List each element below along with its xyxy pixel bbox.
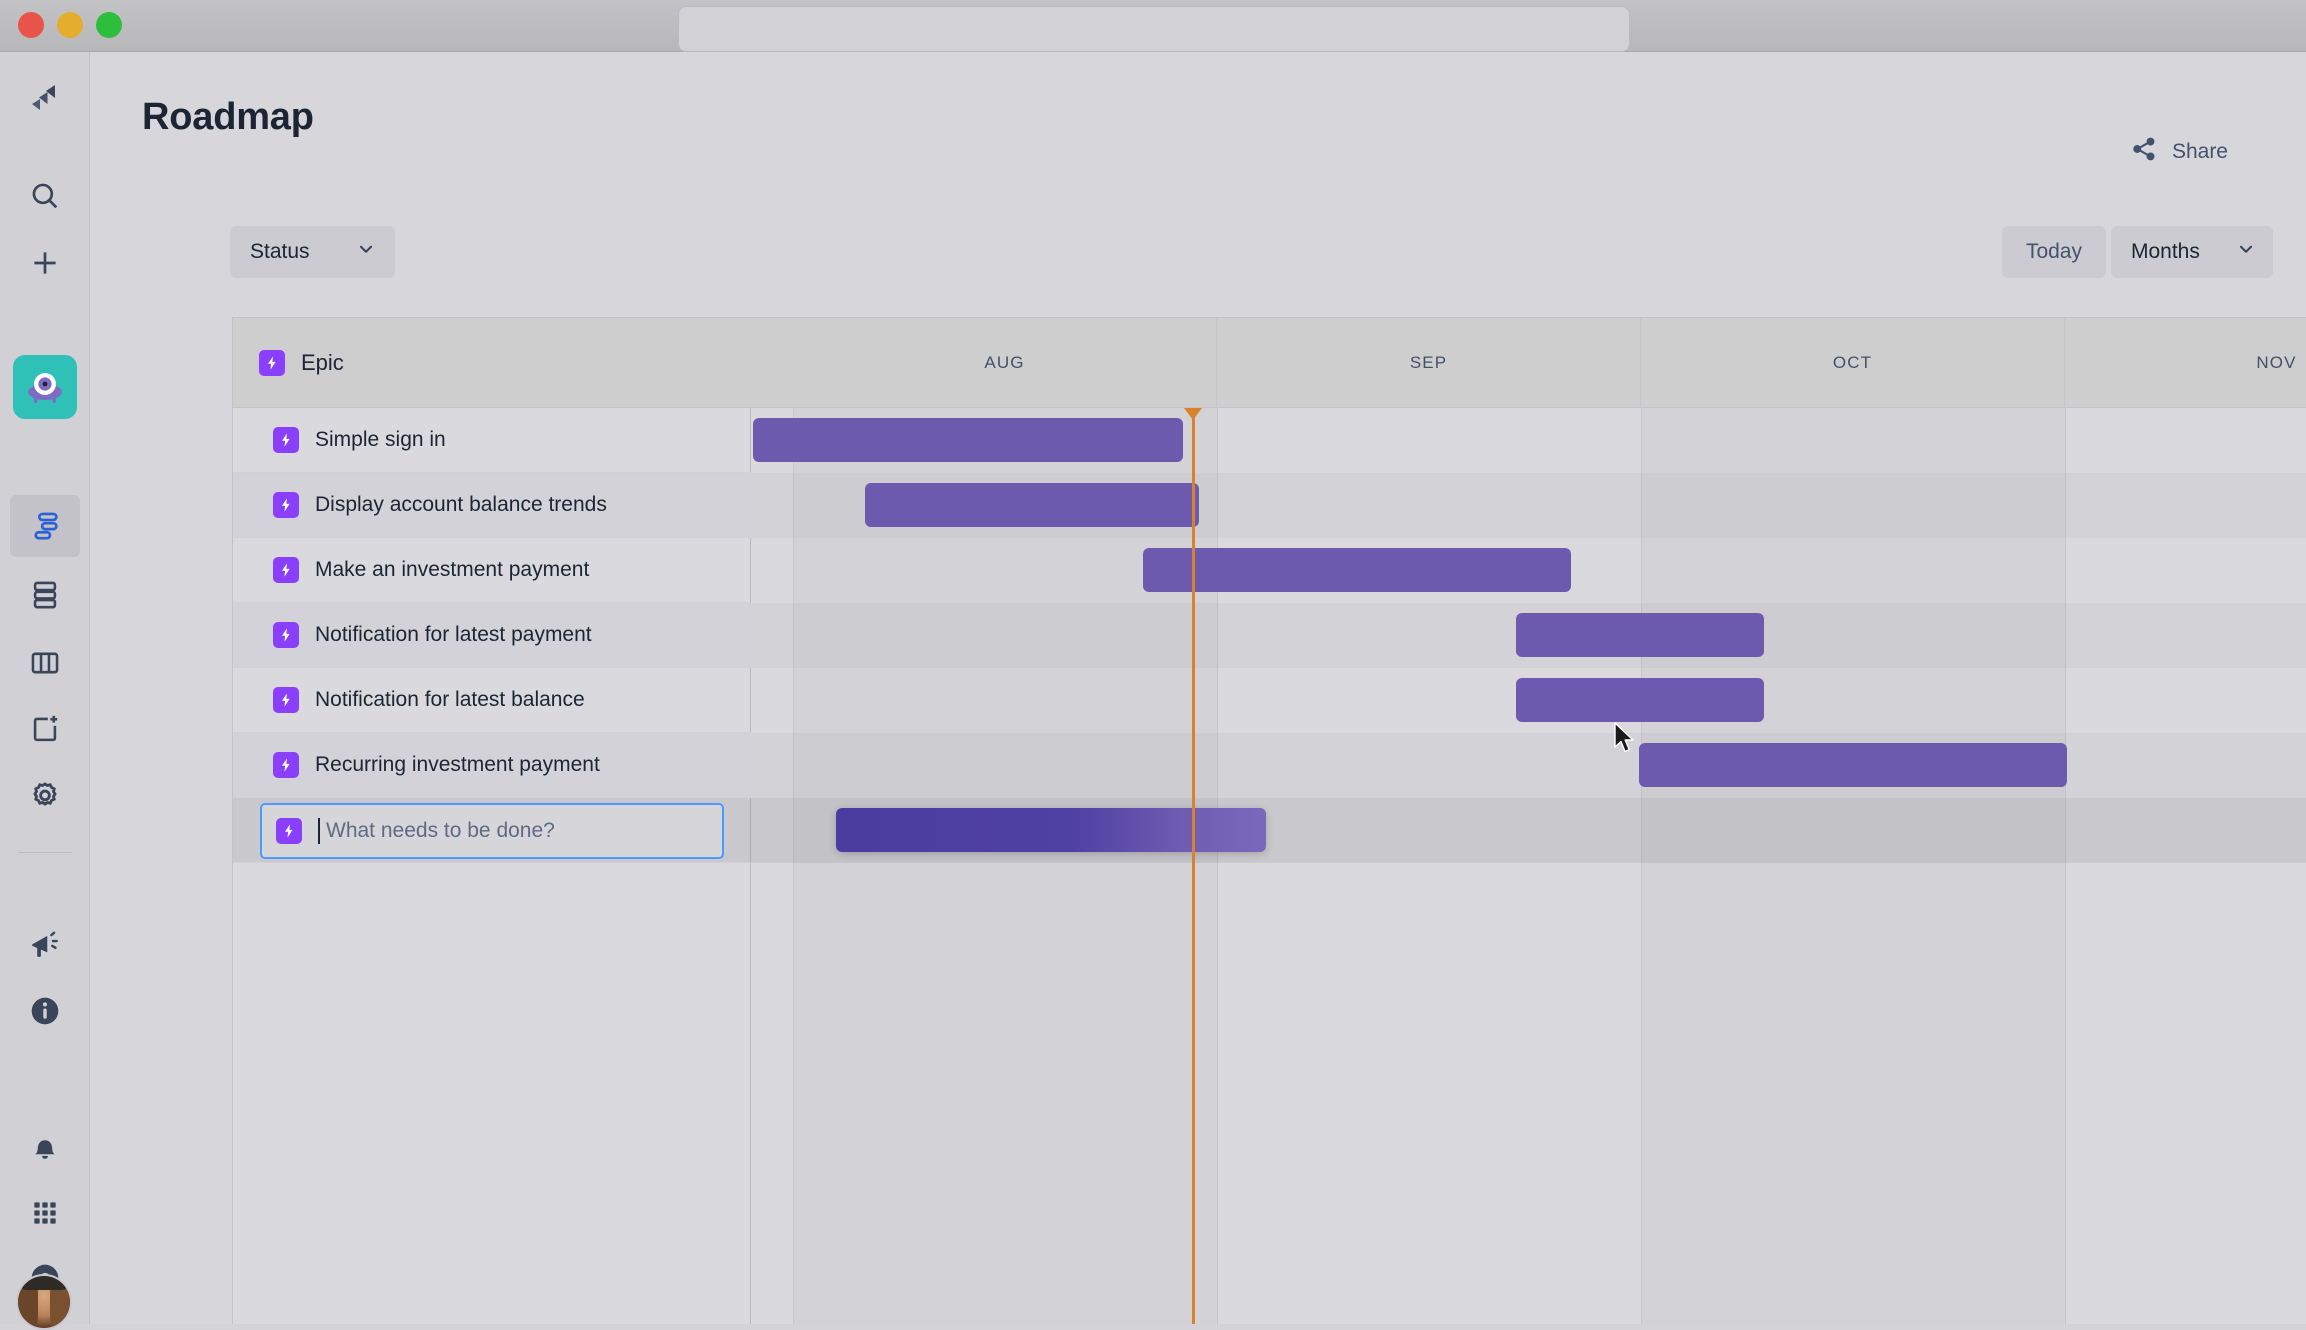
plus-icon xyxy=(28,246,62,280)
epic-row-label: Notification for latest payment xyxy=(315,623,592,646)
gantt-bar-notification-for-latest-balance[interactable] xyxy=(1516,678,1764,722)
jira-logo-icon xyxy=(25,81,65,121)
timeline-body[interactable] xyxy=(751,408,2306,1324)
megaphone-icon xyxy=(28,928,62,962)
roadmap-icon xyxy=(28,509,62,543)
sidebar-item-add-item[interactable] xyxy=(10,697,80,759)
gantt-bar-notification-for-latest-payment[interactable] xyxy=(1516,613,1764,657)
epic-column: Epic Simple sign in Display account bala… xyxy=(233,318,751,1324)
month-header-sep: SEP xyxy=(1217,318,1641,408)
sidebar-item-backlog[interactable] xyxy=(10,564,80,626)
status-filter-label: Status xyxy=(250,240,310,263)
epic-row-simple-sign-in[interactable]: Simple sign in xyxy=(233,408,751,473)
share-button[interactable]: Share xyxy=(2116,125,2242,179)
today-button[interactable]: Today xyxy=(2001,226,2106,278)
gantt-bar-new-epic-dragging[interactable] xyxy=(836,808,1266,852)
sidebar-item-info[interactable] xyxy=(10,980,80,1042)
epic-bolt-icon xyxy=(273,557,299,583)
timeline-month-header: AUG SEP OCT NOV xyxy=(751,318,2306,408)
epic-row-label: Display account balance trends xyxy=(315,493,607,516)
sidebar-item-project-settings[interactable] xyxy=(10,764,80,826)
traffic-lights xyxy=(18,12,122,38)
gantt-bar-display-account-balance-trends[interactable] xyxy=(865,483,1199,527)
epic-bolt-icon xyxy=(273,622,299,648)
epic-bolt-icon xyxy=(273,687,299,713)
backlog-icon xyxy=(28,578,62,612)
create-epic-input-row[interactable]: What needs to be done? xyxy=(260,803,724,859)
epic-row-notification-for-latest-balance[interactable]: Notification for latest balance xyxy=(233,668,751,733)
epic-bolt-icon xyxy=(273,492,299,518)
window-titlebar xyxy=(0,0,2306,52)
sidebar-item-create[interactable] xyxy=(10,232,80,294)
text-caret xyxy=(318,818,320,844)
gantt-bar-recurring-investment-payment[interactable] xyxy=(1639,743,2067,787)
epic-row-label: Notification for latest balance xyxy=(315,688,585,711)
page-title: Roadmap xyxy=(142,96,314,138)
epic-bolt-icon xyxy=(276,818,302,844)
sidebar-divider xyxy=(18,852,72,853)
status-filter-dropdown[interactable]: Status xyxy=(230,226,395,278)
timescale-dropdown[interactable]: Months xyxy=(2111,226,2273,278)
epic-row-recurring-investment-payment[interactable]: Recurring investment payment xyxy=(233,733,751,798)
epic-row-label: Simple sign in xyxy=(315,428,446,451)
sidebar-item-account[interactable] xyxy=(16,1274,72,1330)
sidebar-rail: ? xyxy=(0,52,90,1330)
sidebar-item-app-switcher[interactable] xyxy=(10,1182,80,1244)
sidebar-item-jira-logo[interactable] xyxy=(10,70,80,132)
epic-row-display-account-balance-trends[interactable]: Display account balance trends xyxy=(233,473,751,538)
chevron-down-icon xyxy=(355,238,377,266)
grid-apps-icon xyxy=(29,1197,61,1229)
epic-column-header-label: Epic xyxy=(301,349,344,375)
bell-icon xyxy=(28,1131,62,1165)
share-label: Share xyxy=(2171,140,2228,163)
sidebar-item-project-avatar[interactable] xyxy=(13,355,77,419)
sidebar-item-board[interactable] xyxy=(10,632,80,694)
epic-bolt-icon xyxy=(259,349,285,376)
today-marker-line xyxy=(1184,408,1202,1324)
gear-icon xyxy=(28,778,62,812)
share-icon xyxy=(2130,135,2158,169)
gantt-bar-make-an-investment-payment[interactable] xyxy=(1143,548,1571,592)
epic-row-notification-for-latest-payment[interactable]: Notification for latest payment xyxy=(233,603,751,668)
minimize-window-button[interactable] xyxy=(57,12,83,38)
create-epic-input[interactable]: What needs to be done? xyxy=(326,819,555,843)
month-header-aug: AUG xyxy=(793,318,1217,408)
board-icon xyxy=(28,646,62,680)
sidebar-item-search[interactable] xyxy=(10,165,80,227)
epic-row-make-an-investment-payment[interactable]: Make an investment payment xyxy=(233,538,751,603)
app-frame: ? Roadmap Share xyxy=(0,52,2306,1330)
timescale-label: Months xyxy=(2131,240,2200,263)
search-icon xyxy=(28,179,62,213)
url-input[interactable] xyxy=(678,6,1630,52)
add-page-icon xyxy=(28,711,62,745)
epic-row-label: Make an investment payment xyxy=(315,558,590,581)
row-band xyxy=(751,733,2306,798)
gantt-bar-simple-sign-in[interactable] xyxy=(753,418,1183,462)
close-window-button[interactable] xyxy=(18,12,44,38)
info-icon xyxy=(28,994,62,1028)
epic-column-header: Epic xyxy=(233,318,751,408)
sidebar-item-roadmap[interactable] xyxy=(10,495,80,557)
epic-row-label: Recurring investment payment xyxy=(315,753,600,776)
zoom-window-button[interactable] xyxy=(96,12,122,38)
project-avatar-icon xyxy=(23,365,67,409)
sidebar-item-notifications[interactable] xyxy=(10,1117,80,1179)
month-header-oct: OCT xyxy=(1641,318,2065,408)
roadmap-grid: AUG SEP OCT NOV Epic Simple sign in Disp… xyxy=(232,317,2306,1324)
today-label: Today xyxy=(2025,240,2082,263)
sidebar-item-announcements[interactable] xyxy=(10,914,80,976)
main-content: Roadmap Share Status Today Months AUG SE… xyxy=(90,52,2306,1324)
month-header-nov: NOV xyxy=(2065,318,2306,408)
epic-bolt-icon xyxy=(273,427,299,453)
epic-bolt-icon xyxy=(273,752,299,778)
chevron-down-icon xyxy=(2235,238,2257,266)
today-marker-arrow-icon xyxy=(1184,408,1202,420)
